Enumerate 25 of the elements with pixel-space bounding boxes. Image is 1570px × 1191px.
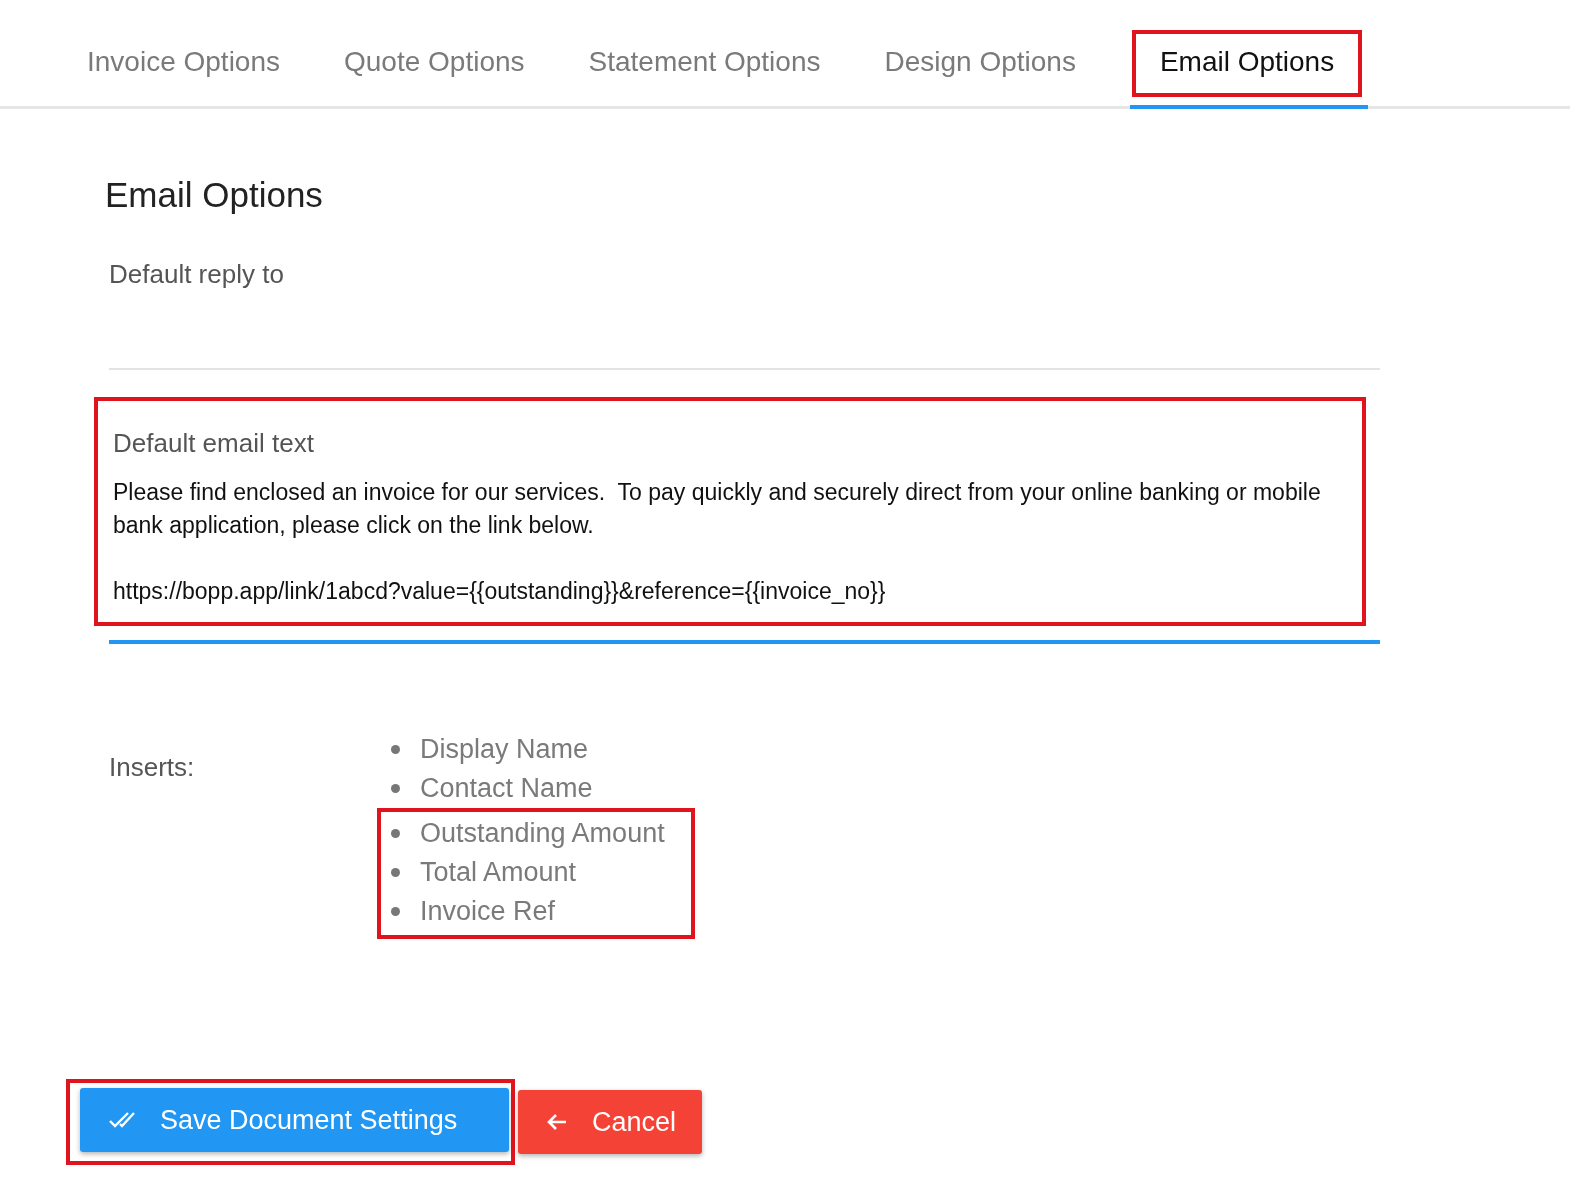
field-label: Default email text bbox=[113, 428, 315, 459]
tab[interactable]: Statement Options bbox=[558, 30, 855, 109]
email-text-field[interactable]: Please find enclosed an invoice for our services. To pay quickly and securely direct from your online banking or mobile bank application, please click on the link below. https://bopp.app/link/1abcd?value={{outstanding}}&reference={{invoice_no}} bbox=[113, 476, 1362, 608]
bullet-icon bbox=[391, 784, 400, 793]
tab[interactable]: Invoice Options bbox=[57, 30, 314, 109]
bullet-icon bbox=[391, 907, 400, 916]
double-check-icon bbox=[108, 1110, 136, 1130]
bullet-icon bbox=[391, 745, 400, 754]
tab[interactable]: Quote Options bbox=[314, 30, 559, 109]
left-arrow-icon bbox=[546, 1112, 568, 1132]
inserts-label: Inserts: bbox=[109, 751, 196, 784]
insert-item[interactable]: Outstanding Amount bbox=[420, 818, 665, 849]
save-button[interactable]: Save Document Settings bbox=[80, 1088, 509, 1152]
highlight-frame: Email Options bbox=[1131, 30, 1363, 97]
cancel-button[interactable]: Cancel bbox=[518, 1090, 703, 1154]
bullet-icon bbox=[391, 829, 400, 838]
field-label: Default reply to bbox=[109, 259, 285, 290]
page-heading: Email Options bbox=[105, 175, 324, 215]
insert-item[interactable]: Contact Name bbox=[420, 773, 593, 804]
tab[interactable]: Design Options bbox=[854, 30, 1110, 109]
insert-item[interactable]: Display Name bbox=[420, 734, 589, 765]
tab[interactable]: Email Options bbox=[1129, 30, 1369, 109]
insert-item[interactable]: Total Amount bbox=[420, 857, 577, 888]
insert-item[interactable]: Invoice Ref bbox=[420, 896, 556, 927]
bullet-icon bbox=[391, 868, 400, 877]
